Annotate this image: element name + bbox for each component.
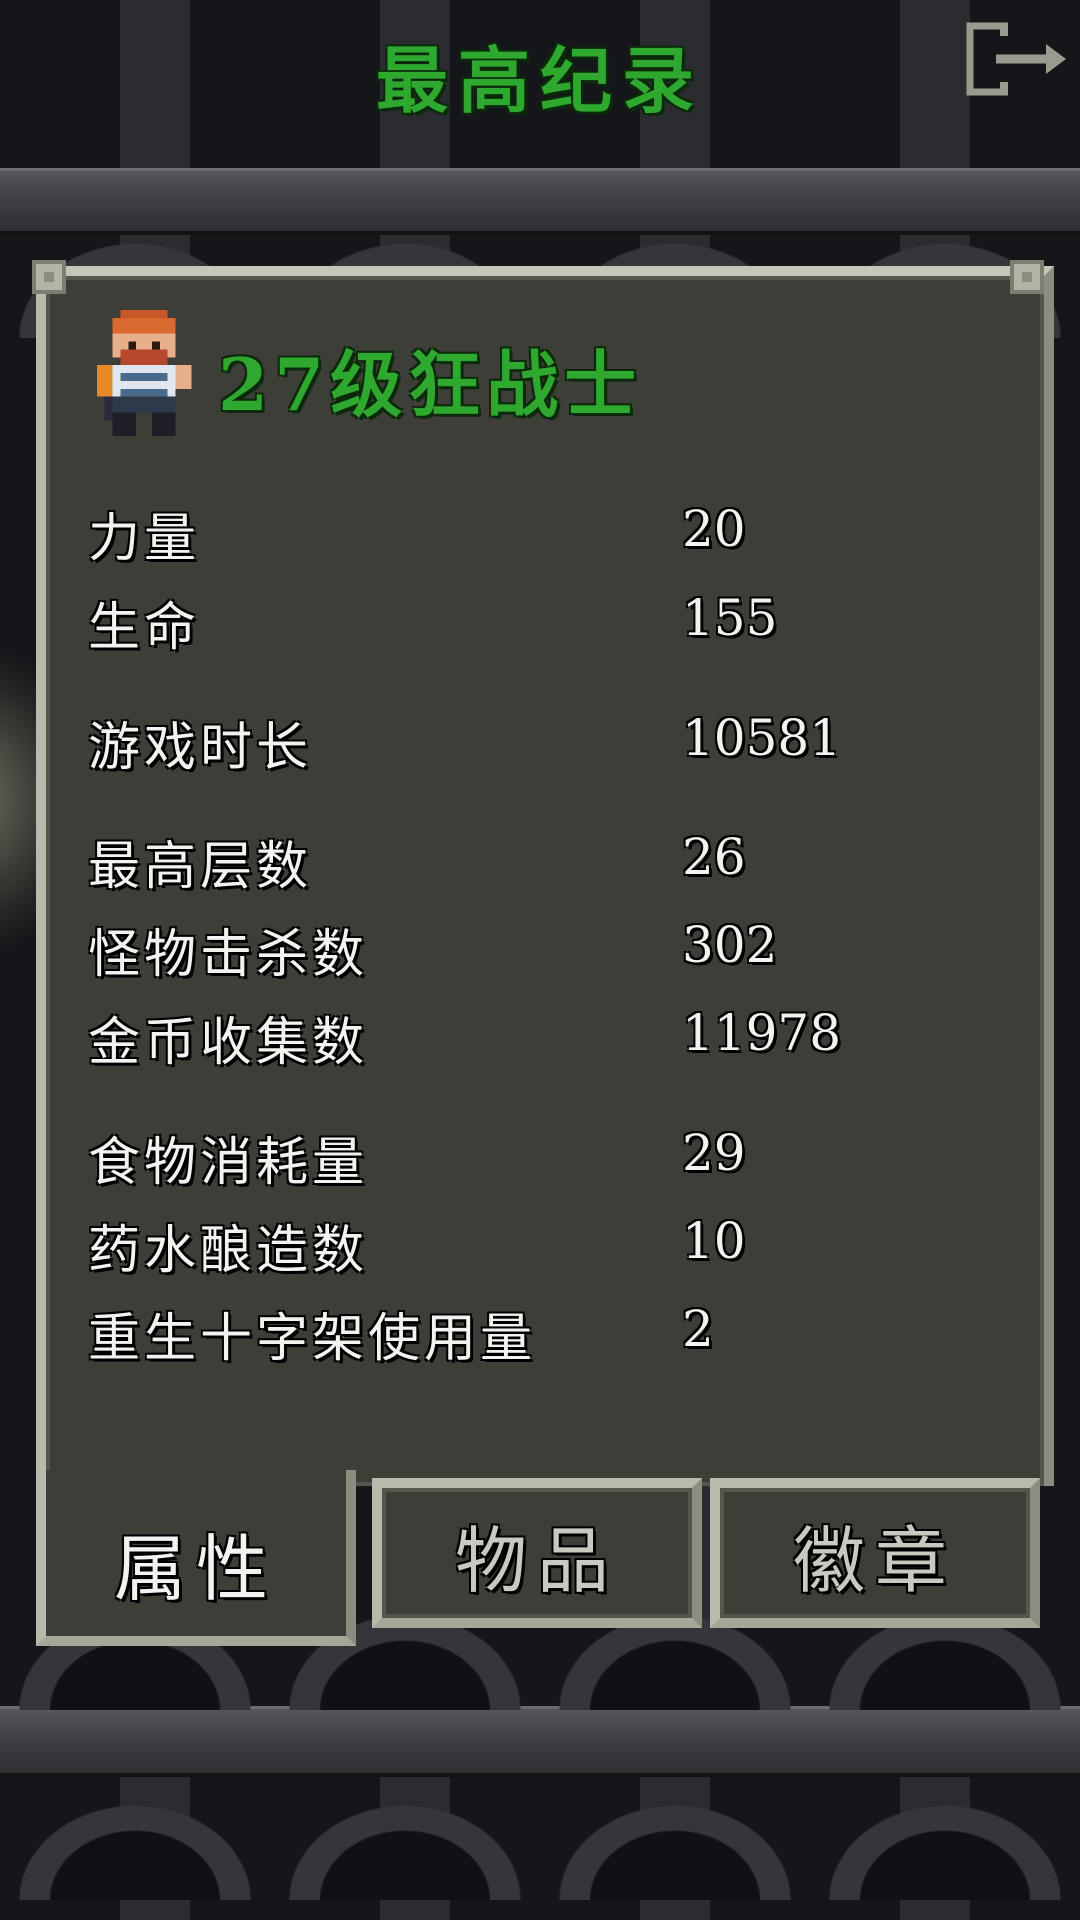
stat-value-food-eaten: 29 bbox=[682, 1124, 746, 1182]
game-screen: 最高纪录 27级狂战士 力量 20 生命 155 游戏时长 10581 最高层数… bbox=[0, 0, 1080, 1920]
exit-icon bbox=[966, 22, 1066, 96]
tab-items-label: 物品 bbox=[454, 1519, 619, 1603]
stat-value-health: 155 bbox=[682, 589, 778, 647]
panel-corner-right bbox=[1010, 260, 1044, 294]
hero-class-title: 27级狂战士 bbox=[218, 342, 643, 427]
tab-stats-label: 属性 bbox=[113, 1527, 278, 1611]
stat-value-ankhs-used: 2 bbox=[682, 1300, 714, 1358]
stat-value-potions-brewed: 10 bbox=[682, 1212, 746, 1270]
tab-items[interactable]: 物品 bbox=[372, 1478, 702, 1628]
tab-badges-label: 徽章 bbox=[792, 1519, 957, 1603]
background-arches-floor bbox=[0, 1790, 1080, 1900]
stat-label-strength: 力量 bbox=[88, 509, 201, 569]
stat-value-max-depth: 26 bbox=[682, 828, 746, 886]
stat-value-strength: 20 bbox=[682, 500, 746, 558]
stat-label-enemies-slain: 怪物击杀数 bbox=[88, 925, 369, 985]
page-title: 最高纪录 bbox=[375, 38, 704, 123]
stat-label-potions-brewed: 药水酿造数 bbox=[88, 1221, 369, 1281]
stat-label-max-depth: 最高层数 bbox=[88, 837, 313, 897]
panel-corner-left bbox=[32, 260, 66, 294]
stat-label-gold-collected: 金币收集数 bbox=[88, 1013, 369, 1073]
stat-label-ankhs-used: 重生十字架使用量 bbox=[88, 1309, 537, 1369]
stat-label-food-eaten: 食物消耗量 bbox=[88, 1133, 369, 1193]
stat-value-enemies-slain: 302 bbox=[682, 916, 778, 974]
stat-value-gold-collected: 11978 bbox=[682, 1004, 842, 1062]
stat-label-health: 生命 bbox=[88, 598, 201, 658]
stat-value-play-time: 10581 bbox=[682, 709, 842, 767]
tab-stats[interactable]: 属性 bbox=[36, 1470, 356, 1646]
background-beam-top bbox=[0, 168, 1080, 235]
stat-label-play-time: 游戏时长 bbox=[88, 718, 313, 778]
warrior-sprite-icon bbox=[96, 310, 192, 436]
tab-badges[interactable]: 徽章 bbox=[710, 1478, 1040, 1628]
background-beam-bottom bbox=[0, 1706, 1080, 1777]
exit-button[interactable] bbox=[966, 22, 1074, 98]
